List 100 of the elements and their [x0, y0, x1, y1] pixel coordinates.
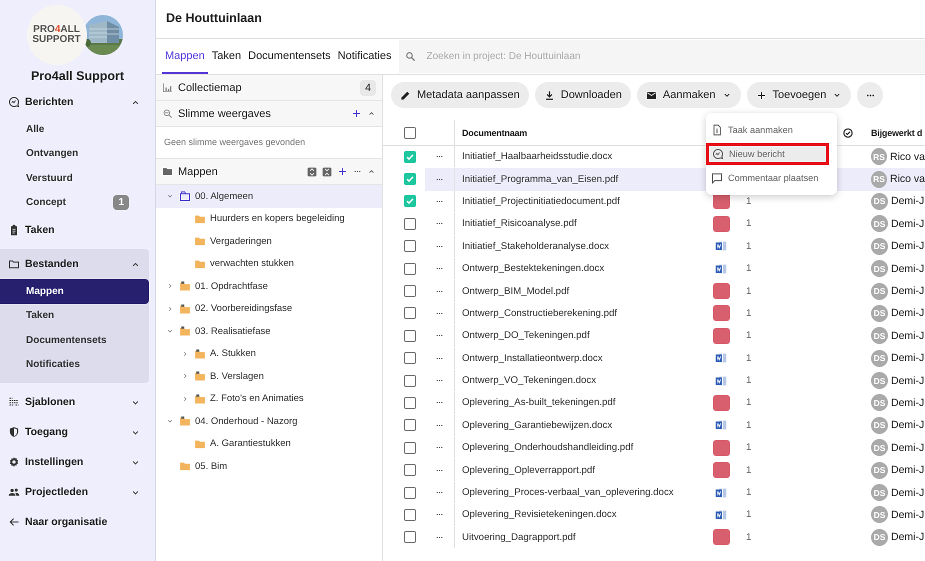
chevron-right-icon — [181, 350, 189, 358]
folder-row[interactable]: A. Garantiestukken — [156, 432, 382, 455]
menu-item[interactable]: Commentaar plaatsen — [706, 165, 837, 191]
checkbox[interactable] — [404, 285, 416, 298]
nav-item[interactable]: Sjablonen — [0, 387, 149, 417]
table-cell-text: 1 — [745, 286, 752, 297]
menu-item[interactable]: Taak aanmaken — [706, 117, 837, 143]
nav-item[interactable]: Toegang — [0, 417, 149, 447]
table-cell-text: Initiatief_Programma_van_Eisen.pdf — [461, 174, 620, 185]
table-row[interactable]: Ontwerp_BIM_Model.pdf 1 DS Demi-J — [383, 280, 925, 303]
checkbox[interactable] — [404, 419, 416, 432]
search-icon — [162, 108, 173, 119]
folder-row[interactable]: 02. Voorbereidingsfase — [156, 298, 382, 320]
folder-row[interactable]: 04. Onderhoud - Nazorg — [156, 410, 382, 432]
nav-subitem[interactable]: Taken — [0, 304, 149, 328]
nav-item[interactable]: Projectleden — [0, 477, 149, 507]
word-document-icon — [714, 351, 728, 366]
menu-item[interactable]: Nieuw bericht — [706, 143, 829, 165]
folder-row[interactable]: 01. Opdrachtfase — [156, 275, 382, 298]
table-cell: Demi-J — [891, 285, 924, 298]
nav-subitem[interactable]: Verstuurd — [0, 166, 149, 190]
plus-icon — [351, 108, 362, 119]
section-header: Slimme weergaves — [156, 101, 382, 127]
checkbox[interactable] — [404, 262, 416, 275]
table-row[interactable]: Ontwerp_VO_Tekeningen.docx 1 DS Demi-J — [383, 370, 925, 392]
folder-row[interactable]: Huurders en kopers begeleiding — [156, 208, 382, 230]
table-cell: Rico va — [890, 150, 925, 163]
checkbox[interactable] — [404, 374, 416, 387]
table-row[interactable]: Ontwerp_Bestektekeningen.docx 1 DS Demi-J — [383, 258, 925, 280]
table-cell: Demi-J — [891, 330, 924, 342]
tab[interactable]: Taken — [208, 39, 244, 74]
nav-item[interactable]: Berichten — [0, 87, 149, 117]
checkbox[interactable] — [404, 307, 416, 320]
folder-row[interactable]: A. Stukken — [156, 342, 382, 365]
avatar: DS — [871, 350, 888, 367]
folder-row[interactable]: 03. Realisatiefase — [156, 320, 382, 342]
table-row[interactable]: Oplevering_Proces-verbaal_van_oplevering.docx 1 DS Demi-J — [383, 482, 925, 504]
nav-subitem[interactable]: Alle — [0, 117, 149, 142]
toolbar-button[interactable]: Downloaden — [534, 82, 631, 108]
nav-subitem[interactable]: Documentensets — [0, 328, 149, 352]
nav-subitem[interactable]: Ontvangen — [0, 142, 149, 166]
checkbox[interactable] — [404, 352, 416, 364]
nav-subitem[interactable]: Concept 1 — [0, 190, 149, 215]
folder-icon — [194, 212, 206, 225]
nav-item[interactable]: Taken — [0, 215, 149, 245]
table-cell-text: Ontwerp_Installatieontwerp.docx — [461, 352, 604, 364]
checkbox[interactable] — [404, 508, 416, 521]
checkbox[interactable] — [404, 464, 416, 476]
avatar: DS — [871, 327, 888, 344]
table-row[interactable]: Oplevering_As-built_tekeningen.pdf 1 DS Demi-J — [383, 392, 925, 415]
avatar: DS — [871, 215, 888, 232]
collection-row[interactable]: Collectiemap 4 — [156, 75, 382, 101]
table-row[interactable]: Ontwerp_Installatieontwerp.docx 1 DS Demi-J — [383, 348, 925, 370]
tab[interactable]: Notificaties — [334, 39, 394, 74]
nav-item[interactable]: Instellingen — [0, 447, 149, 477]
chevron-down-icon — [166, 192, 174, 200]
table-row[interactable]: Initiatief_Stakeholderanalyse.docx 1 DS Demi-J — [383, 236, 925, 258]
table-cell-text: Ontwerp_DO_Tekeningen.pdf — [461, 330, 591, 342]
tab[interactable]: Documentensets — [245, 39, 334, 74]
checkbox[interactable] — [404, 531, 416, 544]
table-cell-text: 1 — [745, 509, 752, 520]
checkbox[interactable] — [404, 195, 416, 208]
table-cell: Demi-J — [891, 262, 924, 275]
table-cell-text: 1 — [745, 487, 752, 498]
table-row[interactable]: Uitvoering_Dagrapport.pdf 1 DS Demi-J — [383, 526, 925, 550]
checkbox[interactable] — [404, 150, 416, 163]
table-cell: Demi-J — [891, 486, 924, 499]
table-cell-text: Oplevering_Revisietekeningen.docx — [461, 509, 618, 520]
checkbox[interactable] — [404, 126, 416, 138]
table-row[interactable]: Oplevering_Opleverrapport.pdf 1 DS Demi-J — [383, 459, 925, 482]
nav-subitem[interactable]: Notificaties — [0, 352, 149, 377]
nav-item[interactable]: Bestanden — [0, 249, 149, 279]
folder-icon — [194, 258, 206, 270]
checkbox[interactable] — [404, 173, 416, 186]
nav-subitem[interactable]: Mappen — [0, 279, 149, 304]
chevron-right-icon — [181, 394, 189, 403]
folder-row[interactable]: 05. Bim — [156, 455, 382, 478]
table-row[interactable]: Oplevering_Revisietekeningen.docx 1 DS Demi-J — [383, 504, 925, 527]
table-cell-text: 1 — [745, 352, 752, 364]
folder-row[interactable]: B. Verslagen — [156, 365, 382, 388]
toolbar-button[interactable]: Toevoegen — [746, 82, 852, 108]
checkbox[interactable] — [404, 218, 416, 230]
table-row[interactable]: Ontwerp_Constructieberekening.pdf 1 DS Demi-J — [383, 302, 925, 326]
folder-row[interactable]: 00. Algemeen — [156, 185, 382, 208]
table-row[interactable]: Initiatief_Risicoanalyse.pdf 1 DS Demi-J — [383, 213, 925, 236]
nav-item[interactable]: Naar organisatie — [0, 507, 149, 537]
folder-row[interactable]: Vergaderingen — [156, 230, 382, 252]
folder-row[interactable]: verwachten stukken — [156, 252, 382, 275]
checkbox[interactable] — [404, 486, 416, 499]
table-row[interactable]: Oplevering_Onderhoudshandleiding.pdf 1 DS Demi-J — [383, 437, 925, 460]
checkbox[interactable] — [404, 240, 416, 252]
toolbar-button[interactable]: Aanmaken — [636, 82, 740, 108]
table-row[interactable]: Oplevering_Garantiebewijzen.docx 1 DS Demi-J — [383, 414, 925, 438]
checkbox[interactable] — [404, 330, 416, 342]
folder-row[interactable]: Z. Foto's en Animaties — [156, 388, 382, 410]
table-cell-text: Ontwerp_BIM_Model.pdf — [461, 286, 570, 297]
table-row[interactable]: Ontwerp_DO_Tekeningen.pdf 1 DS Demi-J — [383, 325, 925, 348]
checkbox[interactable] — [404, 442, 416, 454]
toolbar-button[interactable]: Metadata aanpassen — [391, 82, 529, 108]
checkbox[interactable] — [404, 396, 416, 409]
